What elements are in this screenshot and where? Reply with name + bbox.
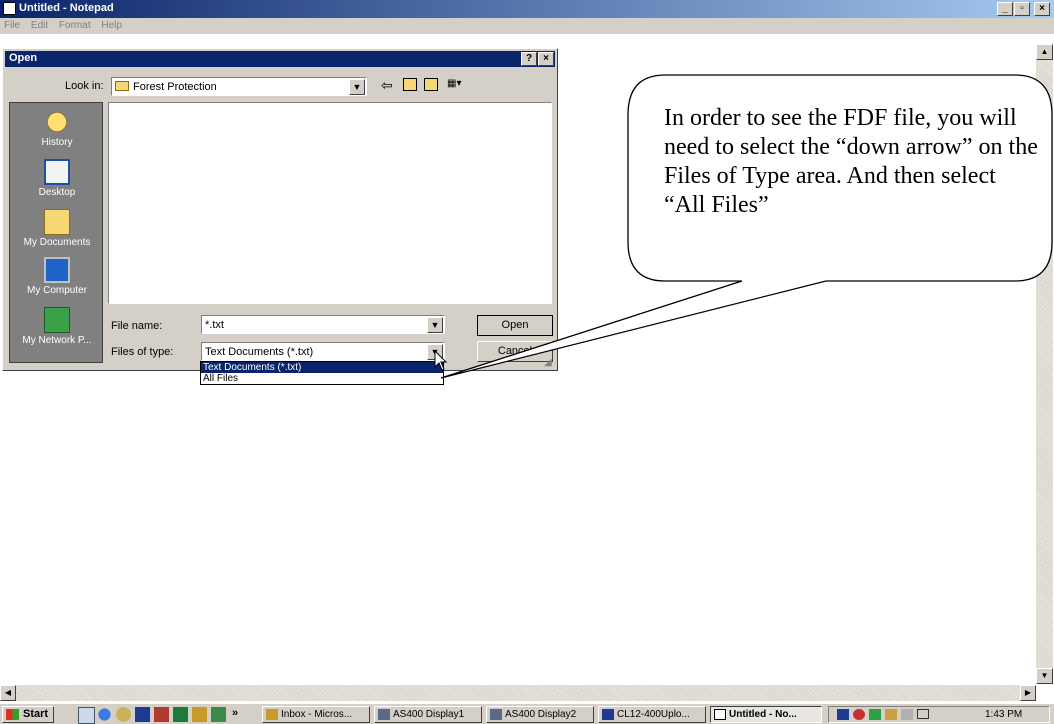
show-desktop-icon[interactable] [78,707,95,724]
tray-network-icon[interactable] [869,709,881,720]
tray-mail-icon[interactable] [917,709,929,719]
word-icon[interactable] [135,707,150,722]
taskbar-button-as400-display2[interactable]: AS400 Display2 [486,706,594,723]
clock: 1:43 PM [985,709,1023,720]
notepad-icon [714,709,726,720]
terminal-icon [490,709,502,720]
tray-printer-icon[interactable] [885,709,897,720]
tray-monitor-icon[interactable] [837,709,849,720]
system-tray: 1:43 PM [828,706,1050,723]
tray-shield-icon[interactable] [853,709,865,720]
outlook-icon [266,709,278,720]
taskbar-button-notepad-active[interactable]: Untitled - No... [710,706,822,723]
taskbar: Start » Inbox - Micros... AS400 Display1… [0,703,1054,724]
excel-icon[interactable] [173,707,188,722]
start-button[interactable]: Start [2,706,54,723]
word-icon [602,709,614,720]
tray-sync-icon[interactable] [901,709,913,720]
search-icon[interactable] [116,707,131,722]
taskbar-button-cl12[interactable]: CL12-400Uplo... [598,706,706,723]
taskbar-button-as400-display1[interactable]: AS400 Display1 [374,706,482,723]
internet-explorer-icon[interactable] [97,707,112,722]
callout-text: In order to see the FDF file, you will n… [664,105,1038,218]
quicklaunch-chevron[interactable]: » [232,707,238,719]
windows-logo-icon [6,709,19,720]
terminal-icon [378,709,390,720]
powerpoint-icon[interactable] [154,707,169,722]
taskbar-button-inbox[interactable]: Inbox - Micros... [262,706,370,723]
outlook-icon[interactable] [192,707,207,722]
app-icon[interactable] [211,707,226,722]
